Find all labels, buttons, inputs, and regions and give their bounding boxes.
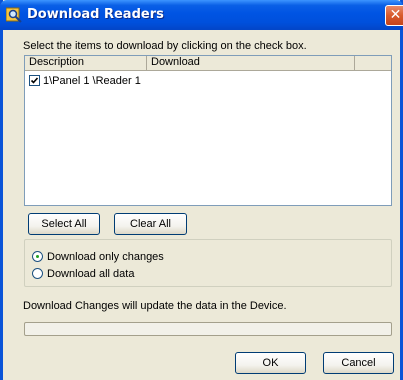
search-app-icon	[6, 7, 22, 23]
all-data-label: Download all data	[47, 268, 135, 280]
only-changes-label: Download only changes	[47, 251, 164, 263]
select-all-button[interactable]: Select All	[28, 213, 100, 235]
reader-checkbox[interactable]	[29, 75, 40, 86]
download-readers-dialog: Download Readers ✕ Select the items to d…	[0, 0, 403, 380]
all-data-radio[interactable]	[32, 268, 43, 279]
title-bar[interactable]: Download Readers ✕	[0, 0, 403, 30]
list-header: Description Download	[25, 56, 391, 71]
instruction-text: Select the items to download by clicking…	[23, 40, 307, 52]
readers-list[interactable]: Description Download 1\Panel 1 \Reader 1	[24, 55, 392, 206]
radio-selected-dot	[36, 255, 39, 258]
column-header-download[interactable]: Download	[147, 56, 355, 70]
status-text: Download Changes will update the data in…	[23, 300, 287, 312]
close-button[interactable]: ✕	[385, 5, 403, 26]
close-icon: ✕	[389, 7, 402, 23]
check-icon	[30, 77, 39, 84]
ok-button[interactable]: OK	[235, 352, 306, 374]
window-title: Download Readers	[27, 7, 164, 22]
cancel-button[interactable]: Cancel	[323, 352, 394, 374]
download-progress-bar	[24, 322, 392, 336]
only-changes-radio[interactable]	[32, 251, 43, 262]
download-options-group: Download only changes Download all data	[24, 239, 392, 287]
reader-label: 1\Panel 1 \Reader 1	[43, 75, 141, 87]
clear-all-button[interactable]: Clear All	[114, 213, 187, 235]
column-header-description[interactable]: Description	[25, 56, 147, 70]
